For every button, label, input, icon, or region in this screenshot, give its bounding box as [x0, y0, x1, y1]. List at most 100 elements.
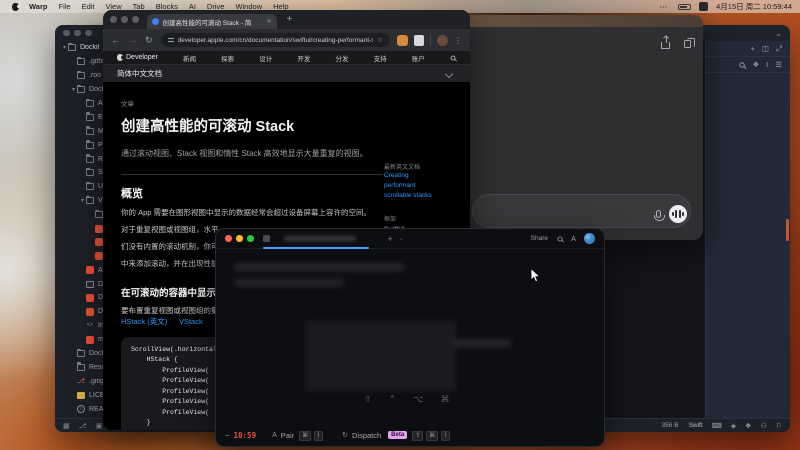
microphone-icon[interactable]	[656, 210, 661, 218]
assistant-icon[interactable]: ◈	[731, 422, 736, 430]
active-tab-blurred[interactable]	[284, 236, 356, 241]
new-tab-button[interactable]: +	[388, 234, 393, 244]
file-type-icon	[86, 100, 94, 107]
new-chat-icon[interactable]	[684, 40, 691, 48]
pair-label[interactable]: Pair	[281, 431, 294, 440]
reload-button[interactable]: ↻	[145, 35, 153, 46]
agent-editor-icon[interactable]: ❖	[752, 60, 759, 69]
file-type-icon	[86, 156, 94, 163]
input-source-icon[interactable]	[699, 2, 708, 11]
search-icon[interactable]	[740, 62, 745, 67]
vstack-link[interactable]: VStack	[179, 317, 203, 326]
keycap: ⇧	[412, 431, 423, 441]
chevron-down-icon[interactable]: ⌄	[775, 29, 782, 38]
agent-panel[interactable]: + ◫ ⤢ ❖ I ☰	[705, 41, 790, 418]
assistant-icon[interactable]: A	[571, 234, 576, 243]
agent-editor-toolbar[interactable]: ❖ I ☰	[706, 57, 790, 73]
agent-toolbar-icon[interactable]: ◫	[762, 44, 769, 53]
panel-toggle-icon[interactable]: ▦	[63, 422, 70, 430]
back-button[interactable]: ←	[111, 35, 120, 45]
tab-close-icon[interactable]: ✕	[266, 18, 271, 25]
article-abstract: 通过滚动视图、Stack 视图和惰性 Stack 高效地显示大量重复的视图。	[121, 148, 373, 160]
nav-link[interactable]: 设计	[259, 53, 272, 63]
file-type-icon	[95, 225, 103, 233]
file-type-icon	[95, 211, 103, 218]
address-bar[interactable]: developer.apple.com/cn/documentation/swi…	[161, 33, 390, 47]
nav-link[interactable]: 探索	[221, 53, 234, 63]
battery-icon[interactable]	[678, 4, 691, 10]
docs-subnav[interactable]: 简体中文文档	[103, 65, 470, 82]
meta-link[interactable]: scrollable stacks	[384, 191, 456, 201]
file-type-icon	[77, 364, 85, 371]
agent-editor-icon[interactable]: ☰	[775, 60, 782, 69]
apple-menu-icon[interactable]	[12, 3, 19, 11]
agent-toolbar-icon[interactable]: ⤢	[776, 44, 782, 54]
nav-link[interactable]: 账户	[412, 53, 425, 63]
agent-panel-toolbar[interactable]: + ◫ ⤢	[706, 41, 790, 57]
dispatch-label[interactable]: Dispatch	[352, 431, 381, 440]
nav-link[interactable]: 支持	[374, 53, 387, 63]
language-label[interactable]: Swift	[689, 422, 703, 429]
copilot-icon[interactable]: ❖	[745, 422, 751, 430]
editor-traffic-lights[interactable]	[63, 30, 92, 37]
terminal-toggle-icon[interactable]: ▣	[96, 422, 103, 430]
agent-editor-icons[interactable]: ❖ I ☰	[752, 60, 782, 69]
tab-title: 创建高性能的可滚动 Stack - 简	[163, 17, 263, 27]
chatgpt-titlebar[interactable]	[460, 15, 703, 27]
search-icon[interactable]	[557, 236, 562, 241]
warp-titlebar[interactable]: + ⌄ Share A	[216, 229, 604, 249]
chatgpt-window[interactable]	[460, 15, 703, 240]
share-button[interactable]: Share	[531, 235, 548, 242]
nav-link[interactable]: 新闻	[183, 53, 196, 63]
file-type-icon	[86, 128, 94, 135]
nav-link[interactable]: 开发	[297, 53, 310, 63]
feedback-icon[interactable]: ⚐	[776, 422, 782, 430]
extension-icon[interactable]	[397, 35, 408, 46]
agent-toolbar-icon[interactable]: +	[751, 44, 755, 53]
apple-logo-icon	[117, 54, 123, 61]
warp-window[interactable]: + ⌄ Share A ⇧⌃⌥⌘ ~ 10:59 A Pair ⌘I ↻ Dis…	[215, 228, 605, 447]
file-type-icon	[86, 322, 94, 329]
hstack-link[interactable]: HStack (英文)	[121, 317, 167, 326]
site-settings-icon[interactable]	[168, 37, 174, 44]
workspace-icon[interactable]	[263, 235, 270, 242]
desktop-screen: { "menu_bar": { "app_name": "Warp", "ite…	[0, 0, 800, 450]
browser-tab[interactable]: 创建高性能的可滚动 Stack - 简 ✕	[147, 14, 277, 29]
account-avatar[interactable]	[584, 233, 595, 244]
browser-menu-icon[interactable]: ⋮	[454, 36, 462, 45]
scrollbar-marker[interactable]	[786, 219, 789, 241]
search-icon[interactable]	[451, 55, 456, 60]
extension-icon-2[interactable]	[414, 35, 424, 46]
menu-item[interactable]: File	[58, 2, 70, 11]
modifier-key-icon: ⌥	[413, 394, 423, 405]
agent-editor-icon[interactable]: I	[766, 60, 768, 69]
forward-button[interactable]: →	[128, 35, 137, 45]
menu-clock[interactable]: 4月15日 周二 10:59:44	[716, 1, 792, 12]
menu-item[interactable]: Edit	[82, 2, 95, 11]
tab-list-chevron-icon[interactable]: ⌄	[399, 235, 404, 242]
profile-avatar[interactable]	[437, 35, 448, 46]
keyboard-icon[interactable]: ⌨	[712, 422, 722, 430]
menu-more-icon[interactable]: ⋯	[660, 2, 668, 11]
file-type-icon	[86, 336, 94, 344]
bookmark-star-icon[interactable]: ☆	[377, 36, 383, 44]
developer-brand[interactable]: Developer	[117, 54, 158, 61]
git-status-icon[interactable]: ⎇	[79, 422, 87, 430]
browser-traffic-lights[interactable]	[110, 16, 139, 23]
nav-link[interactable]: 分发	[336, 53, 349, 63]
chevron-down-icon[interactable]	[445, 69, 453, 77]
share-icon[interactable]	[661, 42, 670, 49]
meta-link[interactable]: Creating	[384, 171, 456, 181]
menu-app-name[interactable]: Warp	[29, 2, 47, 11]
new-tab-button[interactable]: +	[287, 14, 293, 25]
file-type-icon	[86, 308, 94, 316]
favicon	[152, 18, 159, 25]
browser-tabstrip: 创建高性能的可滚动 Stack - 简 ✕ +	[103, 10, 470, 29]
browser-toolbar: ← → ↻ developer.apple.com/cn/documentati…	[103, 29, 470, 51]
collab-icon[interactable]: ⚇	[760, 422, 766, 430]
warp-traffic-lights[interactable]	[225, 235, 254, 242]
meta-link[interactable]: performant	[384, 181, 456, 191]
modifier-key-icon: ⌃	[389, 394, 397, 405]
voice-mode-button[interactable]	[669, 205, 687, 223]
file-type-icon	[86, 114, 94, 121]
